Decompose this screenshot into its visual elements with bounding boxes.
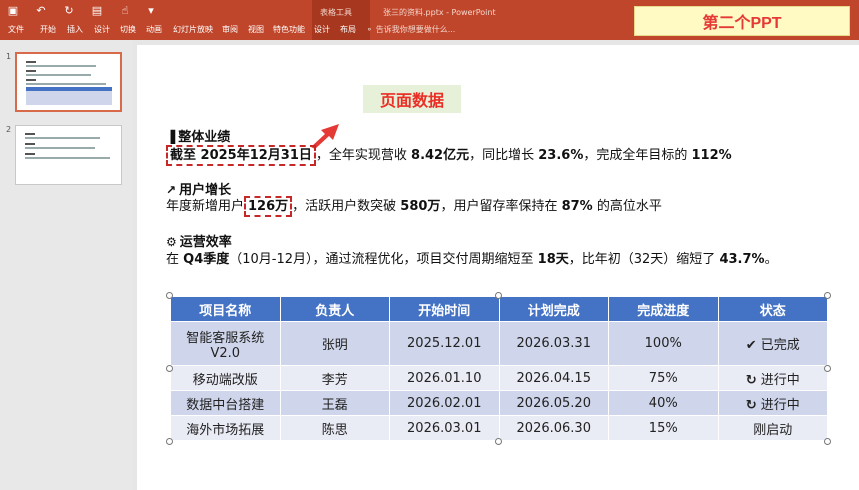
tab-insert[interactable]: 插入 [67,23,83,37]
section-text-efficiency: 在 Q4季度（10月-12月），通过流程优化，项目交付周期缩短至 18天，比年初… [166,252,778,267]
gear-icon: ⚙ [166,235,177,249]
table-cell[interactable]: 张明 [279,321,390,366]
powerpoint-window: ▣ ↶ ↻ ▤ ☝ ▾ 表格工具 张三的资料.pptx - PowerPoint… [0,0,859,490]
table-row: 智能客服系统V2.0 张明 2025.12.01 2026.03.31 100%… [170,321,828,366]
table-cell[interactable]: 75% [608,365,719,391]
callout-arrow-icon [311,124,339,149]
tell-me-search[interactable]: ⚬ 告诉我你想要做什么... [366,23,455,37]
tab-animations[interactable]: 动画 [146,23,162,37]
table-header-cell[interactable]: 完成进度 [608,296,719,322]
document-title: 张三的资料.pptx - PowerPoint [383,8,496,17]
resize-handle[interactable] [824,365,831,372]
table-cell[interactable]: 陈思 [279,415,390,441]
touch-mode-icon[interactable]: ☝ [118,4,132,18]
highlight-date-box: 截至 2025年12月31日 [166,145,316,166]
slide-thumbnails-panel: 1 2 [0,40,132,490]
table-cell[interactable]: 2026.03.01 [389,415,500,441]
table-cell-status[interactable]: 刚启动 [717,415,828,441]
thumb-number: 2 [6,125,12,134]
sync-icon: ↻ [745,397,757,413]
redo-icon[interactable]: ↻ [62,4,76,18]
banner-text: 第二个PPT [702,15,782,32]
table-header-cell[interactable]: 开始时间 [389,296,500,322]
table-cell[interactable]: 2026.01.10 [389,365,500,391]
tab-design[interactable]: 设计 [94,23,110,37]
slide-canvas[interactable]: 页面数据 ▐ 整体业绩 截至 2025年12月31日 ，全年实现营收 8.42亿元，… [137,45,859,490]
section-heading-performance: ▐ 整体业绩 [166,130,231,145]
table-cell[interactable]: 2026.04.15 [498,365,609,391]
ribbon: ▣ ↶ ↻ ▤ ☝ ▾ 表格工具 张三的资料.pptx - PowerPoint… [0,0,859,40]
tab-special-features[interactable]: 特色功能 [273,23,305,37]
tab-table-design[interactable]: 设计 [314,23,330,37]
table-cell[interactable]: 2025.12.01 [389,321,500,366]
table-cell[interactable]: 数据中台搭建 [170,390,281,416]
table-row: 移动端改版 李芳 2026.01.10 2026.04.15 75% ↻ 进行中 [170,365,828,391]
table-cell[interactable]: 15% [608,415,719,441]
table-cell[interactable]: 李芳 [279,365,390,391]
tab-transitions[interactable]: 切换 [120,23,136,37]
table-cell[interactable]: 2026.03.31 [498,321,609,366]
table-cell-status[interactable]: ↻ 进行中 [717,390,828,416]
tab-slideshow[interactable]: 幻灯片放映 [173,23,213,37]
table-header-cell[interactable]: 计划完成 [498,296,609,322]
thumb-number: 1 [6,52,12,61]
slide-thumbnail-2[interactable] [15,125,122,185]
resize-handle[interactable] [824,292,831,299]
presentation-icon[interactable]: ▤ [90,4,104,18]
table-header-cell[interactable]: 状态 [717,296,828,322]
table-cell[interactable]: 海外市场拓展 [170,415,281,441]
table-cell[interactable]: 40% [608,390,719,416]
title-banner: 第二个PPT [634,6,850,36]
table-cell[interactable]: 王磊 [279,390,390,416]
sync-icon: ↻ [745,372,757,388]
tell-me-text: 告诉我你想要做什么... [375,25,456,34]
tab-review[interactable]: 审阅 [222,23,238,37]
check-icon: ✔ [745,338,757,353]
table-header-cell[interactable]: 负责人 [279,296,390,322]
slide-thumbnail-1[interactable] [15,52,122,112]
table-cell-status[interactable]: ✔ 已完成 [717,321,828,366]
lightbulb-icon: ⚬ [366,25,373,34]
customize-icon[interactable]: ▾ [146,4,156,18]
resize-handle[interactable] [166,292,173,299]
table-header-row: 项目名称 负责人 开始时间 计划完成 完成进度 状态 [170,296,828,322]
project-table[interactable]: 项目名称 负责人 开始时间 计划完成 完成进度 状态 智能客服系统V2.0 张明… [170,296,828,442]
resize-handle[interactable] [824,438,831,445]
section-text-user-growth: 年度新增用户 126万 ，活跃用户数突破 580万，用户留存率保持在 87% 的高位… [166,195,662,217]
table-cell[interactable]: 移动端改版 [170,365,281,391]
resize-handle[interactable] [166,365,173,372]
table-cell-status[interactable]: ↻ 进行中 [717,365,828,391]
resize-handle[interactable] [166,438,173,445]
resize-handle[interactable] [495,292,502,299]
table-row: 海外市场拓展 陈思 2026.03.01 2026.06.30 15% 刚启动 [170,415,828,441]
table-cell[interactable]: 智能客服系统V2.0 [170,321,281,366]
table-header-cell[interactable]: 项目名称 [170,296,281,322]
table-cell[interactable]: 2026.05.20 [498,390,609,416]
table-row: 数据中台搭建 王磊 2026.02.01 2026.05.20 40% ↻ 进行中 [170,390,828,416]
highlight-users-box: 126万 [244,196,293,217]
table-cell[interactable]: 100% [608,321,719,366]
section-text-performance: 截至 2025年12月31日 ，全年实现营收 8.42亿元，同比增长 23.6%，… [166,144,732,166]
undo-icon[interactable]: ↶ [34,4,48,18]
bar-chart-icon: ▐ [166,130,176,144]
resize-handle[interactable] [495,438,502,445]
tab-home[interactable]: 开始 [40,23,56,37]
context-group-title: 表格工具 [320,8,352,17]
tab-file[interactable]: 文件 [8,23,24,37]
save-icon[interactable]: ▣ [6,4,20,18]
tab-view[interactable]: 视图 [248,23,264,37]
tab-table-layout[interactable]: 布局 [340,23,356,37]
table-cell[interactable]: 2026.06.30 [498,415,609,441]
table-cell[interactable]: 2026.02.01 [389,390,500,416]
